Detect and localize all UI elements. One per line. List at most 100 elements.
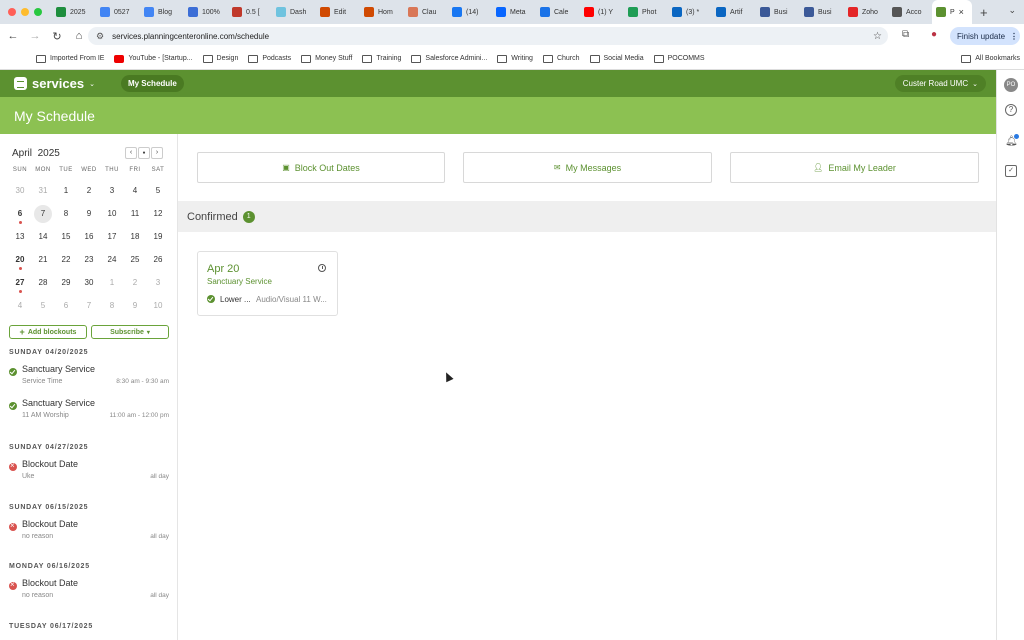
browser-tab[interactable]: Acco <box>888 0 932 24</box>
tab-search-chevron-icon[interactable]: ⌄ <box>1008 5 1016 16</box>
forward-arrow-icon[interactable]: → <box>24 30 46 42</box>
calendar-day[interactable]: 23 <box>79 252 99 268</box>
clock-icon[interactable] <box>318 264 326 272</box>
calendar-day[interactable]: 1 <box>102 275 122 291</box>
calendar-day[interactable]: 4 <box>125 183 145 199</box>
calendar-day[interactable]: 24 <box>102 252 122 268</box>
calendar-day[interactable]: 26 <box>148 252 168 268</box>
bookmark-item[interactable]: POCOMMS <box>653 54 705 63</box>
block-out-dates-button[interactable]: ▣ Block Out Dates <box>197 152 445 183</box>
calendar-day[interactable]: 2 <box>125 275 145 291</box>
profile-avatar[interactable]: PO <box>1004 78 1018 92</box>
browser-tab[interactable]: Busi <box>756 0 800 24</box>
bookmark-item[interactable]: Podcasts <box>248 54 291 63</box>
reload-icon[interactable]: ↻ <box>46 30 68 43</box>
services-logo[interactable]: services ⌄ <box>14 76 95 91</box>
zoom-window-button[interactable] <box>34 8 42 16</box>
calendar-day[interactable]: 7 <box>79 298 99 314</box>
browser-tab[interactable]: Phot <box>624 0 668 24</box>
calendar-day[interactable]: 30 <box>10 183 30 199</box>
calendar-day[interactable]: 3 <box>102 183 122 199</box>
help-icon[interactable]: ? <box>1005 104 1017 116</box>
today-button[interactable]: ● <box>138 147 150 159</box>
calendar-day[interactable]: 17 <box>102 229 122 245</box>
calendar-day[interactable]: 8 <box>56 206 76 222</box>
browser-tab[interactable]: Edit <box>316 0 360 24</box>
browser-tab[interactable]: Clau <box>404 0 448 24</box>
calendar-day[interactable]: 7 <box>34 205 52 223</box>
prev-month-button[interactable]: ‹ <box>125 147 137 159</box>
calendar-day[interactable]: 30 <box>79 275 99 291</box>
back-arrow-icon[interactable]: ← <box>2 30 24 42</box>
calendar-day[interactable]: 12 <box>148 206 168 222</box>
calendar-day[interactable]: 6 <box>56 298 76 314</box>
calendar-day[interactable]: 25 <box>125 252 145 268</box>
site-info-icon[interactable]: ⚙ <box>96 31 104 42</box>
browser-tab[interactable]: Zoho <box>844 0 888 24</box>
clipboard-icon[interactable]: ✓ <box>1005 165 1017 177</box>
bookmark-item[interactable]: Training <box>362 54 401 63</box>
browser-tab[interactable]: Hom <box>360 0 404 24</box>
calendar-day[interactable]: 22 <box>56 252 76 268</box>
minimize-window-button[interactable] <box>21 8 29 16</box>
profile-extension-icon[interactable]: ● <box>931 29 937 40</box>
bookmark-item[interactable]: Salesforce Admini... <box>411 54 487 63</box>
calendar-day[interactable]: 15 <box>56 229 76 245</box>
calendar-day[interactable]: 10 <box>102 206 122 222</box>
bookmark-item[interactable]: Church <box>542 54 580 63</box>
browser-tab[interactable]: P × <box>932 0 972 24</box>
calendar-day[interactable]: 28 <box>33 275 53 291</box>
bookmark-star-icon[interactable]: ☆ <box>873 31 882 42</box>
calendar-day[interactable]: 4 <box>10 298 30 314</box>
calendar-day[interactable]: 11 <box>125 206 145 222</box>
browser-tab[interactable]: (3) * <box>668 0 712 24</box>
close-window-button[interactable] <box>8 8 16 16</box>
my-messages-button[interactable]: ✉ My Messages <box>463 152 712 183</box>
finish-update-button[interactable]: Finish update ⋮ <box>950 27 1020 45</box>
bookmark-item[interactable]: YouTube - [Startup... <box>114 54 193 63</box>
calendar-day[interactable]: 13 <box>10 229 30 245</box>
browser-tab[interactable]: 0527 <box>96 0 140 24</box>
calendar-day[interactable]: 3 <box>148 275 168 291</box>
next-month-button[interactable]: › <box>151 147 163 159</box>
browser-tab[interactable]: 100% <box>184 0 228 24</box>
address-bar[interactable]: ⚙ services.planningcenteronline.com/sche… <box>88 27 888 45</box>
calendar-day[interactable]: 27 <box>10 275 30 293</box>
subscribe-button[interactable]: Subscribe ▾ <box>91 325 169 339</box>
calendar-day[interactable]: 31 <box>33 183 53 199</box>
bookmark-item[interactable]: Money Stuff <box>301 54 352 63</box>
email-my-leader-button[interactable]: 👤︎ Email My Leader <box>730 152 979 183</box>
browser-tab[interactable]: Artif <box>712 0 756 24</box>
browser-tab[interactable]: Meta <box>492 0 536 24</box>
calendar-day[interactable]: 21 <box>33 252 53 268</box>
calendar-day[interactable]: 19 <box>148 229 168 245</box>
bookmark-item[interactable]: Social Media <box>589 54 644 63</box>
browser-tab[interactable]: 2025 <box>52 0 96 24</box>
bookmark-item[interactable]: Design <box>202 54 238 63</box>
extensions-icon[interactable]: ⧉ <box>902 29 909 40</box>
home-icon[interactable]: ⌂ <box>68 30 90 42</box>
calendar-day[interactable]: 2 <box>79 183 99 199</box>
calendar-day[interactable]: 5 <box>33 298 53 314</box>
browser-tab[interactable]: Blog <box>140 0 184 24</box>
org-switcher[interactable]: Custer Road UMC ⌄ <box>894 75 986 92</box>
close-tab-icon[interactable]: × <box>959 7 964 17</box>
calendar-day[interactable]: 29 <box>56 275 76 291</box>
calendar-day[interactable]: 20 <box>10 252 30 270</box>
add-blockouts-button[interactable]: + Add blockouts <box>9 325 87 339</box>
all-bookmarks[interactable]: All Bookmarks <box>961 54 1020 63</box>
calendar-day[interactable]: 14 <box>33 229 53 245</box>
calendar-day[interactable]: 18 <box>125 229 145 245</box>
browser-tab[interactable]: Dash <box>272 0 316 24</box>
browser-tab[interactable]: 0.5 [ <box>228 0 272 24</box>
calendar-day[interactable]: 8 <box>102 298 122 314</box>
calendar-day[interactable]: 16 <box>79 229 99 245</box>
bookmark-item[interactable]: Imported From IE <box>36 54 104 63</box>
notifications-bell-icon[interactable]: 🔔︎ <box>1005 134 1019 148</box>
more-menu-icon[interactable]: ⋮ <box>1010 32 1018 41</box>
bookmark-item[interactable]: Writing <box>497 54 533 63</box>
calendar-day[interactable]: 1 <box>56 183 76 199</box>
new-tab-button[interactable]: + <box>980 5 988 20</box>
calendar-day[interactable]: 6 <box>10 206 30 224</box>
calendar-day[interactable]: 9 <box>79 206 99 222</box>
